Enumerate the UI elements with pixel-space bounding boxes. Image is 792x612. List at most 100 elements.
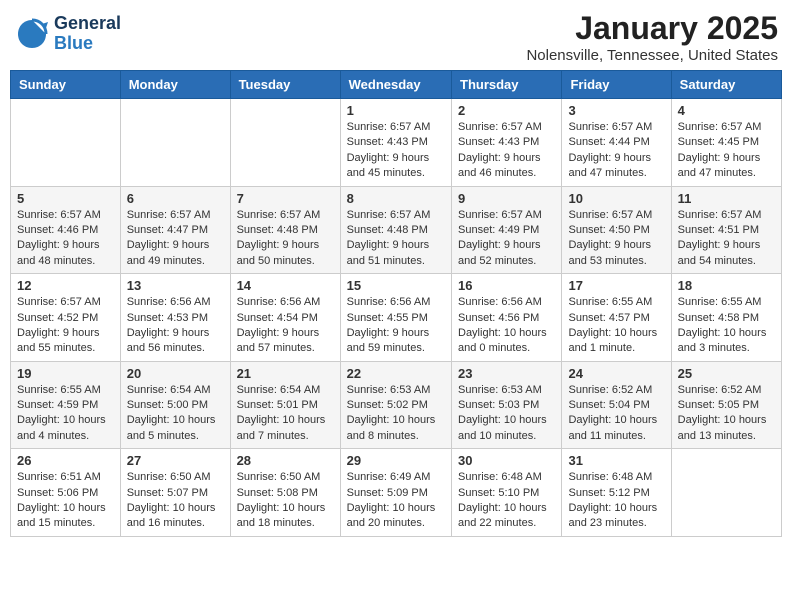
calendar: SundayMondayTuesdayWednesdayThursdayFrid…	[10, 70, 782, 537]
day-number: 24	[568, 366, 664, 381]
day-info: Sunrise: 6:57 AM Sunset: 4:51 PM Dayligh…	[678, 208, 775, 270]
day-number: 18	[678, 278, 775, 293]
logo-icon	[14, 16, 50, 52]
day-info: Sunrise: 6:50 AM Sunset: 5:08 PM Dayligh…	[237, 470, 334, 532]
day-cell: 6Sunrise: 6:57 AM Sunset: 4:47 PM Daylig…	[120, 186, 230, 274]
day-info: Sunrise: 6:57 AM Sunset: 4:43 PM Dayligh…	[347, 120, 445, 182]
day-cell: 7 Sunrise: 6:57 AM Sunset: 4:48 PM Daylig…	[230, 186, 340, 274]
day-cell: 22 Sunrise: 6:53 AM Sunset: 5:02 PM Dayli…	[340, 361, 451, 449]
day-info: Sunrise: 6:57 AM Sunset: 4:44 PM Dayligh…	[568, 120, 664, 182]
week-row-4: 19 Sunrise: 6:55 AM Sunset: 4:59 PM Dayli…	[11, 361, 782, 449]
day-info: Sunrise: 6:49 AM Sunset: 5:09 PM Dayligh…	[347, 470, 445, 532]
day-number: 15	[347, 278, 445, 293]
day-cell: 31Sunrise: 6:48 AM Sunset: 5:12 PM Dayli…	[562, 449, 671, 537]
day-number: 16	[458, 278, 555, 293]
day-info: Sunrise: 6:53 AM Sunset: 5:02 PM Dayligh…	[347, 383, 445, 445]
day-number: 28	[237, 453, 334, 468]
day-cell: 9 Sunrise: 6:57 AM Sunset: 4:49 PM Daylig…	[452, 186, 562, 274]
week-row-2: 5 Sunrise: 6:57 AM Sunset: 4:46 PM Daylig…	[11, 186, 782, 274]
day-info: Sunrise: 6:57 AM Sunset: 4:52 PM Dayligh…	[17, 295, 114, 357]
day-number: 8	[347, 191, 445, 206]
day-number: 2	[458, 103, 555, 118]
day-number: 22	[347, 366, 445, 381]
month-title: January 2025	[526, 10, 778, 47]
day-number: 29	[347, 453, 445, 468]
day-info: Sunrise: 6:48 AM Sunset: 5:10 PM Dayligh…	[458, 470, 555, 532]
day-info: Sunrise: 6:51 AM Sunset: 5:06 PM Dayligh…	[17, 470, 114, 532]
weekday-header-sunday: Sunday	[11, 71, 121, 99]
day-number: 12	[17, 278, 114, 293]
day-cell: 17 Sunrise: 6:55 AM Sunset: 4:57 PM Dayli…	[562, 274, 671, 362]
day-info: Sunrise: 6:56 AM Sunset: 4:56 PM Dayligh…	[458, 295, 555, 357]
weekday-header-friday: Friday	[562, 71, 671, 99]
day-cell: 8 Sunrise: 6:57 AM Sunset: 4:48 PM Daylig…	[340, 186, 451, 274]
day-cell: 1 Sunrise: 6:57 AM Sunset: 4:43 PM Daylig…	[340, 99, 451, 187]
week-row-5: 26 Sunrise: 6:51 AM Sunset: 5:06 PM Dayli…	[11, 449, 782, 537]
day-cell: 2 Sunrise: 6:57 AM Sunset: 4:43 PM Daylig…	[452, 99, 562, 187]
day-info: Sunrise: 6:57 AM Sunset: 4:48 PM Dayligh…	[237, 208, 334, 270]
title-block: January 2025 Nolensville, Tennessee, Uni…	[526, 10, 778, 64]
day-info: Sunrise: 6:56 AM Sunset: 4:54 PM Dayligh…	[237, 295, 334, 357]
weekday-header-thursday: Thursday	[452, 71, 562, 99]
day-info: Sunrise: 6:55 AM Sunset: 4:57 PM Dayligh…	[568, 295, 664, 357]
day-number: 20	[127, 366, 224, 381]
day-number: 17	[568, 278, 664, 293]
day-info: Sunrise: 6:57 AM Sunset: 4:47 PM Dayligh…	[127, 208, 224, 270]
day-number: 9	[458, 191, 555, 206]
day-info: Sunrise: 6:57 AM Sunset: 4:46 PM Dayligh…	[17, 208, 114, 270]
weekday-header-monday: Monday	[120, 71, 230, 99]
logo-text: General Blue	[54, 14, 121, 54]
weekday-header-wednesday: Wednesday	[340, 71, 451, 99]
day-cell: 16 Sunrise: 6:56 AM Sunset: 4:56 PM Dayli…	[452, 274, 562, 362]
day-info: Sunrise: 6:48 AM Sunset: 5:12 PM Dayligh…	[568, 470, 664, 532]
day-cell: 12 Sunrise: 6:57 AM Sunset: 4:52 PM Dayli…	[11, 274, 121, 362]
day-cell: 14 Sunrise: 6:56 AM Sunset: 4:54 PM Dayli…	[230, 274, 340, 362]
day-cell	[120, 99, 230, 187]
day-number: 1	[347, 103, 445, 118]
day-info: Sunrise: 6:55 AM Sunset: 4:59 PM Dayligh…	[17, 383, 114, 445]
day-info: Sunrise: 6:52 AM Sunset: 5:05 PM Dayligh…	[678, 383, 775, 445]
day-info: Sunrise: 6:56 AM Sunset: 4:55 PM Dayligh…	[347, 295, 445, 357]
day-info: Sunrise: 6:52 AM Sunset: 5:04 PM Dayligh…	[568, 383, 664, 445]
day-cell: 28 Sunrise: 6:50 AM Sunset: 5:08 PM Dayli…	[230, 449, 340, 537]
day-cell: 5 Sunrise: 6:57 AM Sunset: 4:46 PM Daylig…	[11, 186, 121, 274]
day-cell: 20 Sunrise: 6:54 AM Sunset: 5:00 PM Dayli…	[120, 361, 230, 449]
day-number: 23	[458, 366, 555, 381]
day-cell	[671, 449, 781, 537]
day-cell	[11, 99, 121, 187]
day-number: 25	[678, 366, 775, 381]
day-info: Sunrise: 6:57 AM Sunset: 4:48 PM Dayligh…	[347, 208, 445, 270]
day-info: Sunrise: 6:54 AM Sunset: 5:00 PM Dayligh…	[127, 383, 224, 445]
weekday-header-saturday: Saturday	[671, 71, 781, 99]
day-number: 26	[17, 453, 114, 468]
day-info: Sunrise: 6:54 AM Sunset: 5:01 PM Dayligh…	[237, 383, 334, 445]
logo: General Blue	[14, 14, 121, 54]
day-number: 3	[568, 103, 664, 118]
page-header: General Blue January 2025 Nolensville, T…	[10, 10, 782, 64]
day-number: 21	[237, 366, 334, 381]
day-cell: 30Sunrise: 6:48 AM Sunset: 5:10 PM Dayli…	[452, 449, 562, 537]
day-number: 27	[127, 453, 224, 468]
day-cell: 29 Sunrise: 6:49 AM Sunset: 5:09 PM Dayli…	[340, 449, 451, 537]
day-cell	[230, 99, 340, 187]
day-cell: 26 Sunrise: 6:51 AM Sunset: 5:06 PM Dayli…	[11, 449, 121, 537]
day-number: 10	[568, 191, 664, 206]
day-cell: 19 Sunrise: 6:55 AM Sunset: 4:59 PM Dayli…	[11, 361, 121, 449]
day-cell: 15 Sunrise: 6:56 AM Sunset: 4:55 PM Dayli…	[340, 274, 451, 362]
day-info: Sunrise: 6:57 AM Sunset: 4:49 PM Dayligh…	[458, 208, 555, 270]
day-info: Sunrise: 6:53 AM Sunset: 5:03 PM Dayligh…	[458, 383, 555, 445]
day-cell: 13Sunrise: 6:56 AM Sunset: 4:53 PM Dayli…	[120, 274, 230, 362]
day-number: 5	[17, 191, 114, 206]
day-number: 13	[127, 278, 224, 293]
day-cell: 10Sunrise: 6:57 AM Sunset: 4:50 PM Dayli…	[562, 186, 671, 274]
logo-line2: Blue	[54, 33, 93, 53]
day-cell: 27 Sunrise: 6:50 AM Sunset: 5:07 PM Dayli…	[120, 449, 230, 537]
day-number: 7	[237, 191, 334, 206]
day-info: Sunrise: 6:57 AM Sunset: 4:43 PM Dayligh…	[458, 120, 555, 182]
day-cell: 3 Sunrise: 6:57 AM Sunset: 4:44 PM Daylig…	[562, 99, 671, 187]
day-number: 14	[237, 278, 334, 293]
day-cell: 24 Sunrise: 6:52 AM Sunset: 5:04 PM Dayli…	[562, 361, 671, 449]
weekday-header-row: SundayMondayTuesdayWednesdayThursdayFrid…	[11, 71, 782, 99]
day-number: 19	[17, 366, 114, 381]
day-info: Sunrise: 6:50 AM Sunset: 5:07 PM Dayligh…	[127, 470, 224, 532]
